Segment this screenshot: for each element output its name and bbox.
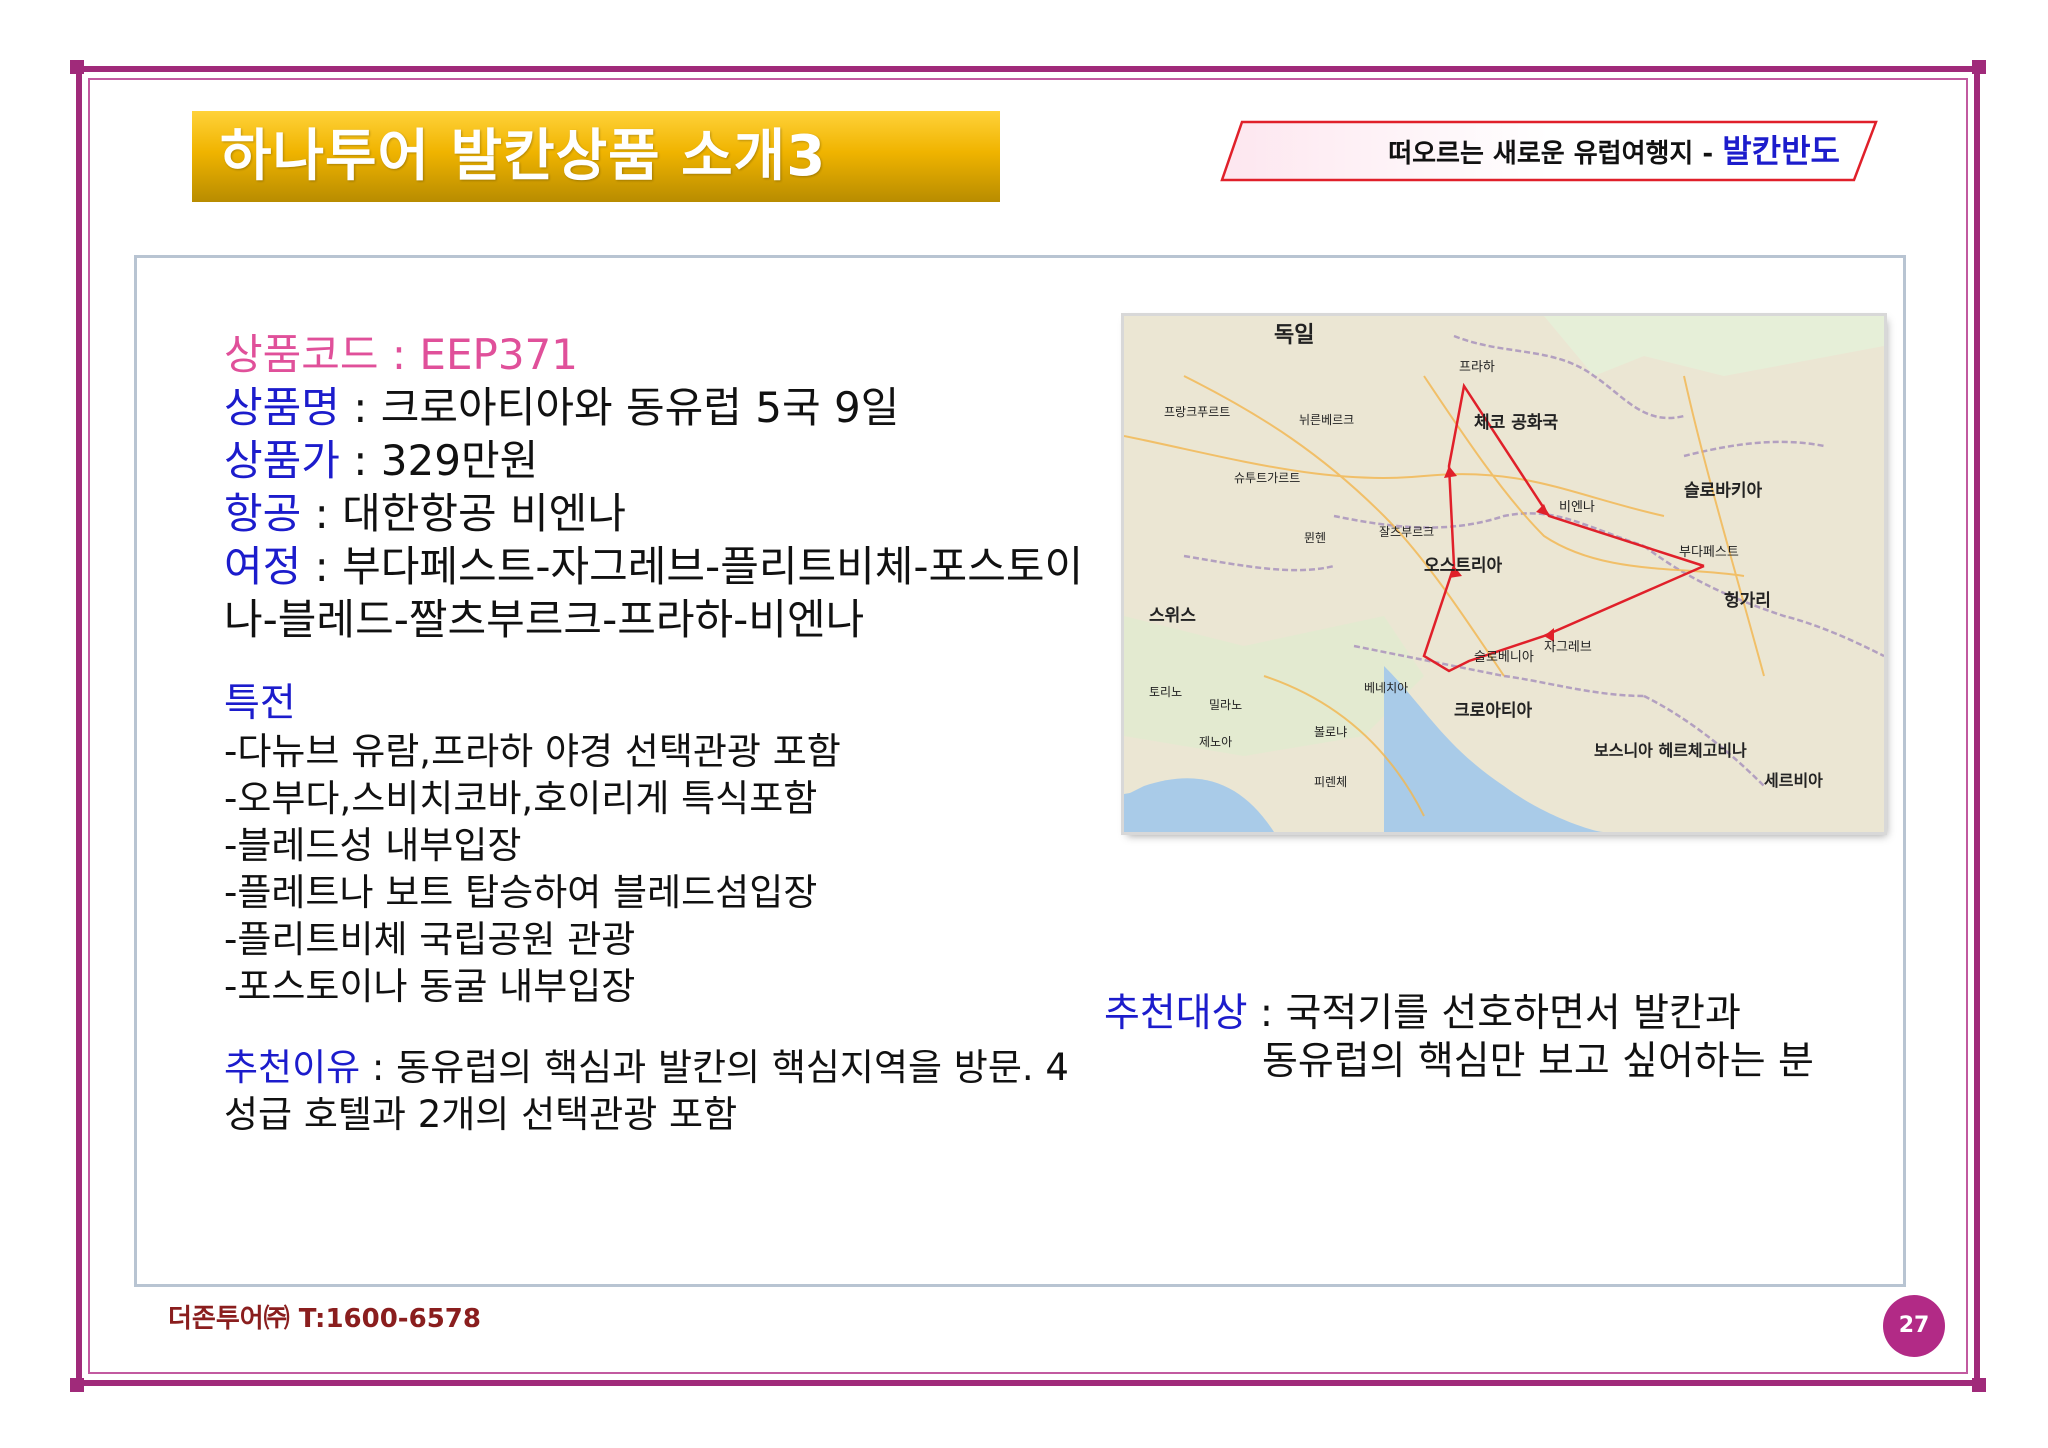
product-price-value: : 329만원 [339,436,539,485]
benefit-item: -포스토이나 동굴 내부입장 [224,965,636,1008]
map-label-vienna: 비엔나 [1559,500,1595,515]
map-label-germany: 독일 [1274,323,1314,348]
map-label-venice: 베네치아 [1364,681,1408,695]
recommend-reason-label: 추천이유 [224,1046,361,1089]
map-label-prague: 프라하 [1459,360,1495,375]
benefits-title: 특전 [224,681,296,726]
map-graphic: 독일 프라하 체코 공화국 오스트리아 비엔나 슬로바키아 부다페스트 헝가리 … [1124,316,1884,832]
airline-value: : 대한항공 비엔나 [301,489,626,538]
frame-corner [1972,1378,1986,1392]
recommend-target-line1: : 국적기를 선호하면서 발칸과 [1247,991,1741,1036]
tagline-highlight: 발칸반도 [1722,132,1840,170]
tagline: 떠오르는 새로운 유럽여행지 - 발칸반도 [1388,120,1840,182]
map-label-budapest: 부다페스트 [1679,545,1739,560]
frame-corner [1972,60,1986,74]
map-label-turin: 토리노 [1149,685,1182,699]
product-name-value: : 크로아티아와 동유럽 5국 9일 [339,383,900,432]
product-price-label: 상품가 [224,436,340,485]
benefit-item: -블레드성 내부입장 [224,824,522,867]
benefit-item: -다뉴브 유람,프라하 야경 선택관광 포함 [224,730,841,773]
itinerary-row: 여정 : 부다페스트-자그레브-플리트비체-포스토이나-블레드-짤츠부르크-프라… [224,540,1084,646]
benefit-item: -오부다,스비치코바,호이리게 특식포함 [224,777,818,820]
map-label-munich: 뮌헨 [1304,531,1326,545]
product-code-label: 상품코드 [224,330,379,379]
benefit-item: -플레트나 보트 탑승하여 블레드섬입장 [224,871,818,914]
airline-row: 항공 : 대한항공 비엔나 [224,487,1104,540]
product-code-value: : EEP371 [378,330,578,379]
map-label-hungary: 헝가리 [1724,590,1771,611]
map-label-croatia: 크로아티아 [1454,701,1533,721]
recommend-reason: 추천이유 : 동유럽의 핵심과 발칸의 핵심지역을 방문. 4성급 호텔과 2개… [224,1044,1074,1138]
frame-corner [70,60,84,74]
map-label-serbia: 세르비아 [1764,771,1823,790]
product-code-row: 상품코드 : EEP371 [224,328,1104,381]
map-label-switzerland: 스위스 [1149,606,1196,626]
map-label-czech: 체코 공화국 [1474,413,1558,433]
map-label-florence: 피렌체 [1314,775,1347,789]
map-label-nuremberg: 뉘른베르크 [1299,413,1354,427]
product-price-row: 상품가 : 329만원 [224,434,1104,487]
map-label-slovenia: 슬로베니아 [1474,650,1534,665]
slide-title: 하나투어 발칸상품 소개3 [192,111,1000,202]
map-label-slovakia: 슬로바키아 [1684,481,1763,501]
tagline-box: 떠오르는 새로운 유럽여행지 - 발칸반도 [1220,120,1878,182]
map-label-bosnia: 보스니아 헤르체고비나 [1594,741,1747,760]
map-label-bologna: 볼로냐 [1314,725,1347,739]
recommend-target-line2: 동유럽의 핵심만 보고 싶어하는 분 [1262,1039,1814,1084]
map-label-stuttgart: 슈투트가르트 [1234,471,1300,485]
map-label-milan: 밀라노 [1209,698,1242,712]
product-details: 상품코드 : EEP371 상품명 : 크로아티아와 동유럽 5국 9일 상품가… [224,328,1104,1138]
map-label-genoa: 제노아 [1199,735,1232,749]
benefit-item: -플리트비체 국립공원 관광 [224,918,636,961]
map-label-zagreb: 자그레브 [1544,640,1592,655]
itinerary-label: 여정 [224,542,302,591]
map-label-austria: 오스트리아 [1424,556,1503,576]
recommend-target-label: 추천대상 [1104,991,1248,1036]
product-name-label: 상품명 [224,383,340,432]
frame-corner [70,1378,84,1392]
company-footer: 더존투어㈜ T:1600-6578 [168,1304,481,1334]
map-label-salzburg: 잘츠부르크 [1379,525,1434,539]
tagline-prefix: 떠오르는 새로운 유럽여행지 - [1388,139,1723,169]
airline-label: 항공 [224,489,302,538]
itinerary-value: : 부다페스트-자그레브-플리트비체-포스토이나-블레드-짤츠부르크-프라하-비… [224,542,1084,644]
route-map: 독일 프라하 체코 공화국 오스트리아 비엔나 슬로바키아 부다페스트 헝가리 … [1124,316,1884,832]
map-label-frankfurt: 프랑크푸르트 [1164,405,1230,419]
page-number-badge: 27 [1883,1295,1945,1357]
product-name-row: 상품명 : 크로아티아와 동유럽 5국 9일 [224,381,1104,434]
recommend-target: 추천대상 : 국적기를 선호하면서 발칸과 동유럽의 핵심만 보고 싶어하는 분 [1104,990,1894,1086]
